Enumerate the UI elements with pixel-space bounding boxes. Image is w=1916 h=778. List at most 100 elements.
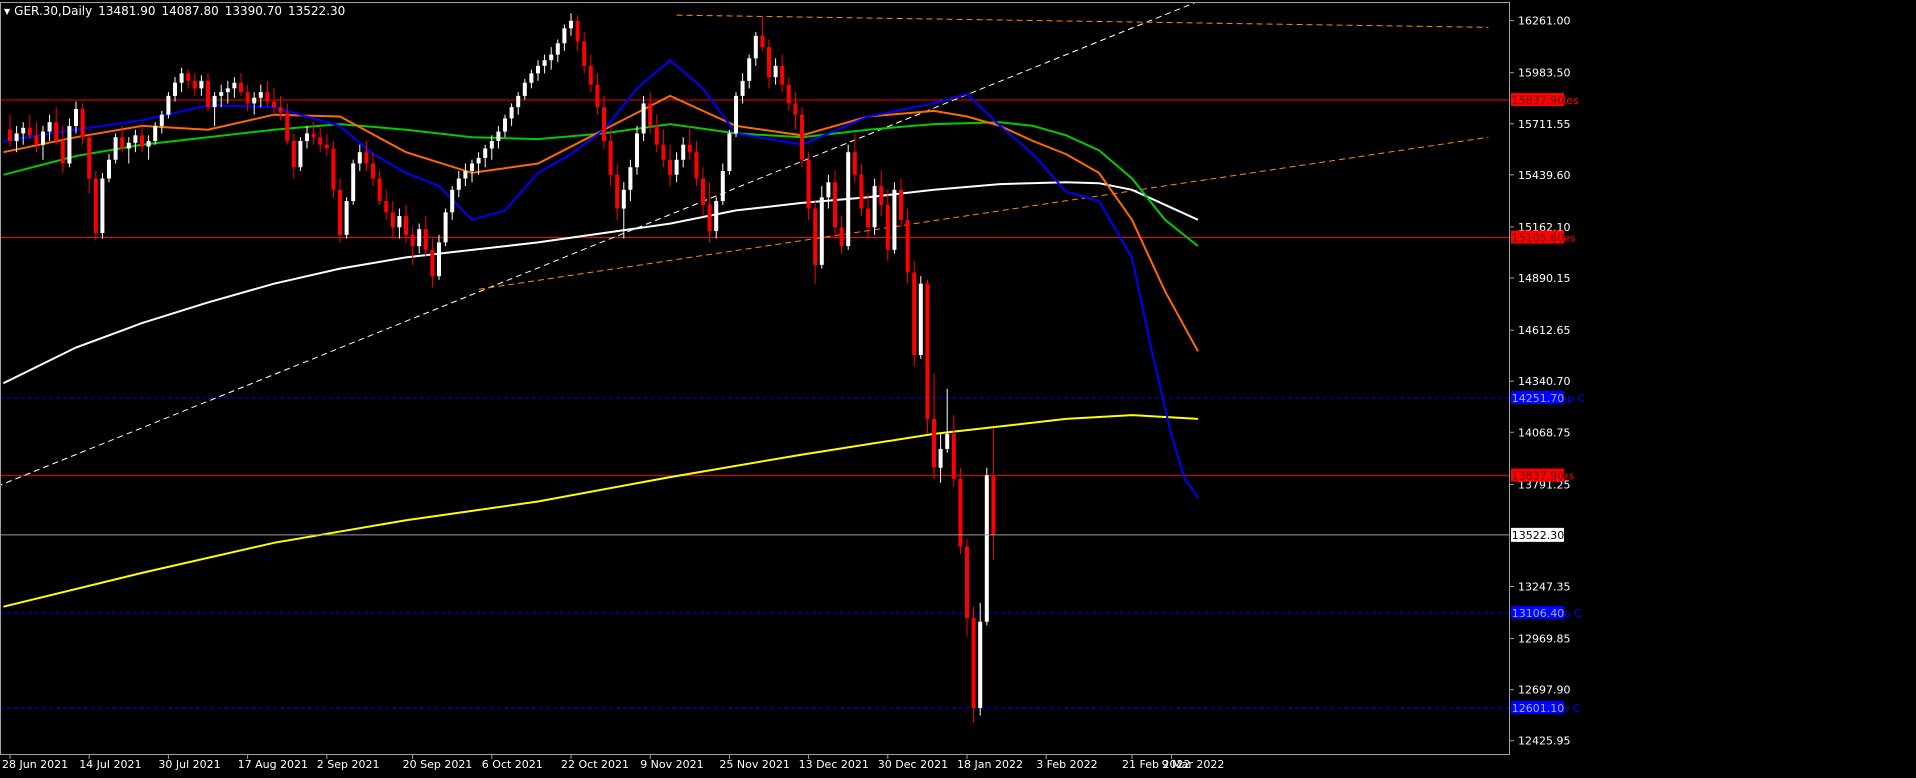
low-value: 13390.70 [224, 4, 283, 18]
plot-border [0, 2, 1510, 755]
candle-body [767, 47, 771, 78]
candle-body [918, 283, 923, 356]
candle-body [298, 140, 303, 168]
candle-body [437, 242, 441, 277]
x-tick-label: 20 Sep 2021 [403, 758, 473, 771]
candle-body [324, 144, 329, 149]
candle-body [483, 148, 488, 158]
candle-body [14, 133, 19, 141]
moving-averages [2, 58, 1199, 608]
candle-body [146, 140, 151, 147]
trendline [676, 14, 1489, 28]
candle-body [41, 131, 45, 145]
close-value: 13522.30 [288, 4, 346, 18]
price-axis: 16261.0015983.5015711.5515439.6015162.10… [1510, 15, 1571, 748]
candle-body [668, 159, 672, 175]
dropdown-triangle-icon[interactable]: ▼ [4, 1, 10, 23]
candle-body [107, 159, 111, 179]
price-chart[interactable]: 13522.30 16261.00 15983.50 15711.55 15439.6… [0, 0, 1916, 773]
candle-body [925, 283, 930, 419]
candle-body [476, 157, 481, 164]
level-labels: MN1 Res15837.90W1 Res15105.60MN1 Sup C14… [1511, 93, 1585, 715]
candle-body [179, 73, 184, 83]
candle-body [978, 621, 983, 709]
y-tick-label: 14612.65 [1518, 324, 1571, 337]
candle-body [628, 167, 633, 190]
x-tick-label: 13 Dec 2021 [799, 758, 869, 771]
candle-body [100, 178, 105, 233]
x-tick-label: 9 Mar 2022 [1162, 758, 1225, 771]
time-axis: 28 Jun 2021 14 Jul 2021 30 Jul 2021 17 Aug … [2, 755, 1224, 771]
candle-body [390, 212, 395, 228]
candle-body [991, 475, 996, 535]
x-tick-label: 30 Dec 2021 [878, 758, 948, 771]
candle-body [549, 54, 554, 61]
candle-body [93, 178, 98, 233]
candle-body [404, 216, 408, 235]
candle-body [305, 133, 309, 141]
candle-body [912, 272, 917, 356]
candle-body [410, 234, 415, 247]
candle-body [470, 163, 474, 172]
candle-body [159, 114, 164, 126]
y-tick-label: 15439.60 [1518, 169, 1571, 182]
candle-body [641, 103, 646, 134]
candle-body [813, 208, 818, 265]
y-tick-label: 14340.70 [1518, 375, 1571, 388]
candle-body [291, 140, 296, 168]
x-tick-label: 25 Nov 2021 [719, 758, 789, 771]
candle-body [80, 109, 85, 138]
candle-body [206, 80, 210, 108]
candle-body [133, 135, 138, 143]
candle-body [687, 144, 692, 153]
candle-body [344, 201, 349, 235]
x-tick-label: 28 Jun 2021 [2, 758, 68, 771]
candle-body [285, 112, 290, 141]
candle-body [905, 219, 910, 273]
candle-body [555, 43, 560, 55]
candle-body [272, 101, 276, 108]
symbol-label: GER.30,Daily [14, 4, 93, 18]
candle-body [489, 140, 494, 149]
candle-body [872, 186, 877, 228]
candle-body [430, 249, 435, 277]
open-value: 13481.90 [98, 4, 156, 18]
candle-body [166, 95, 171, 115]
candle-body [503, 118, 507, 132]
level-price-label: 13106.40 [1512, 607, 1565, 620]
y-tick-label: 13247.35 [1518, 580, 1571, 593]
chart-canvas[interactable]: 13522.30 16261.00 15983.50 15711.55 15439.6… [0, 0, 1916, 773]
candle-body [727, 133, 732, 172]
candle-body [899, 189, 903, 220]
candle-body [219, 92, 224, 96]
candle-body [318, 137, 323, 145]
candle-body [522, 82, 527, 96]
candle-body [932, 418, 936, 468]
candle-body [331, 148, 336, 190]
candle-body [635, 133, 639, 168]
candle-body [595, 84, 600, 108]
candle-body [87, 137, 92, 179]
x-tick-label: 22 Oct 2021 [561, 758, 629, 771]
support-resistance-levels [0, 99, 1510, 709]
candle-body [575, 20, 580, 42]
moving-average-line [3, 58, 1199, 499]
candle-body [958, 478, 963, 547]
candle-body [357, 152, 362, 164]
candle-body [833, 182, 837, 228]
candle-body [212, 95, 217, 108]
candle-body [311, 133, 316, 138]
candle-body [714, 201, 719, 232]
candle-body [377, 178, 382, 202]
x-tick-label: 9 Nov 2021 [640, 758, 703, 771]
trendlines [0, 2, 1489, 486]
candle-body [661, 144, 666, 160]
candle-body [192, 80, 197, 89]
candle-body [734, 95, 738, 134]
candle-body [186, 73, 191, 81]
candle-body [456, 178, 461, 190]
candle-body [351, 163, 356, 202]
candle-body [951, 433, 956, 479]
candle-body [839, 227, 844, 247]
candle-body [674, 159, 679, 175]
